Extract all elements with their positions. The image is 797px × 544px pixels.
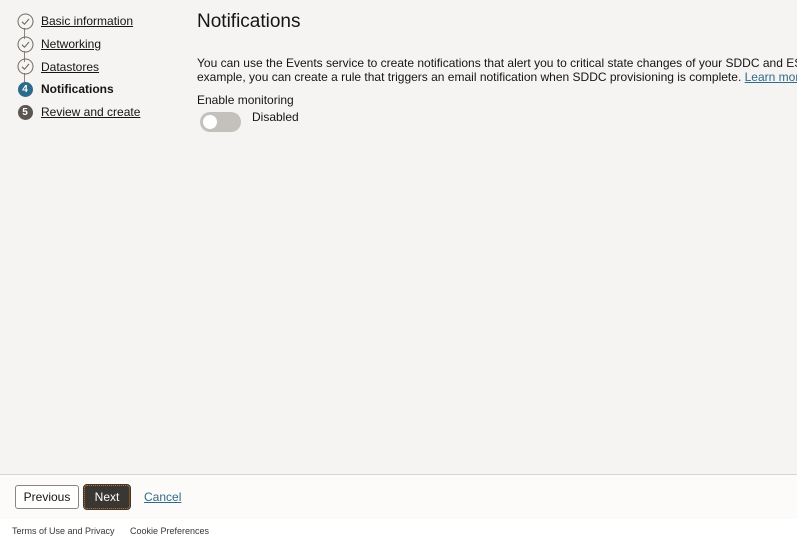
toggle-state-label: Disabled — [252, 110, 299, 124]
main-content: Notifications You can use the Events ser… — [197, 11, 797, 134]
learn-more-link[interactable]: Learn more — [745, 70, 797, 84]
step-label[interactable]: Basic information — [41, 14, 133, 28]
notifications-description: You can use the Events service to create… — [197, 56, 797, 84]
description-line-2: example, you can create a rule that trig… — [197, 70, 797, 84]
cookie-preferences-link[interactable]: Cookie Preferences — [130, 526, 209, 536]
check-circle-icon — [16, 58, 34, 76]
wizard-footer: Previous Next Cancel — [0, 474, 797, 520]
step-number-badge: 4 — [16, 80, 34, 98]
step-number: 5 — [17, 104, 33, 120]
page-footer: Terms of Use and Privacy Cookie Preferen… — [0, 519, 797, 544]
enable-monitoring-toggle[interactable] — [200, 112, 241, 132]
step-number: 4 — [17, 81, 33, 97]
description-line: You can use the Events service to create… — [197, 56, 797, 70]
enable-monitoring-row: Disabled — [197, 108, 797, 134]
enable-monitoring-label: Enable monitoring — [197, 93, 294, 107]
step-label: Notifications — [41, 82, 114, 97]
step-number-badge: 5 — [16, 103, 34, 121]
step-label[interactable]: Review and create — [41, 105, 140, 119]
step-label[interactable]: Datastores — [41, 60, 99, 74]
cancel-link[interactable]: Cancel — [144, 490, 181, 504]
step-label[interactable]: Networking — [41, 37, 101, 51]
description-line: example, you can create a rule that trig… — [197, 70, 742, 84]
next-button[interactable]: Next — [83, 484, 131, 510]
wizard-steps: Basic information Networking Datastores … — [16, 10, 140, 123]
step-basic-information[interactable]: Basic information — [16, 10, 140, 33]
terms-link[interactable]: Terms of Use and Privacy — [12, 526, 115, 536]
page-title: Notifications — [197, 11, 301, 32]
check-circle-icon — [16, 12, 34, 30]
step-review-and-create[interactable]: 5 Review and create — [16, 101, 140, 124]
step-datastores[interactable]: Datastores — [16, 55, 140, 78]
step-networking[interactable]: Networking — [16, 33, 140, 56]
step-notifications: 4 Notifications — [16, 78, 140, 101]
previous-button[interactable]: Previous — [15, 485, 79, 509]
toggle-knob — [203, 115, 217, 129]
check-circle-icon — [16, 35, 34, 53]
